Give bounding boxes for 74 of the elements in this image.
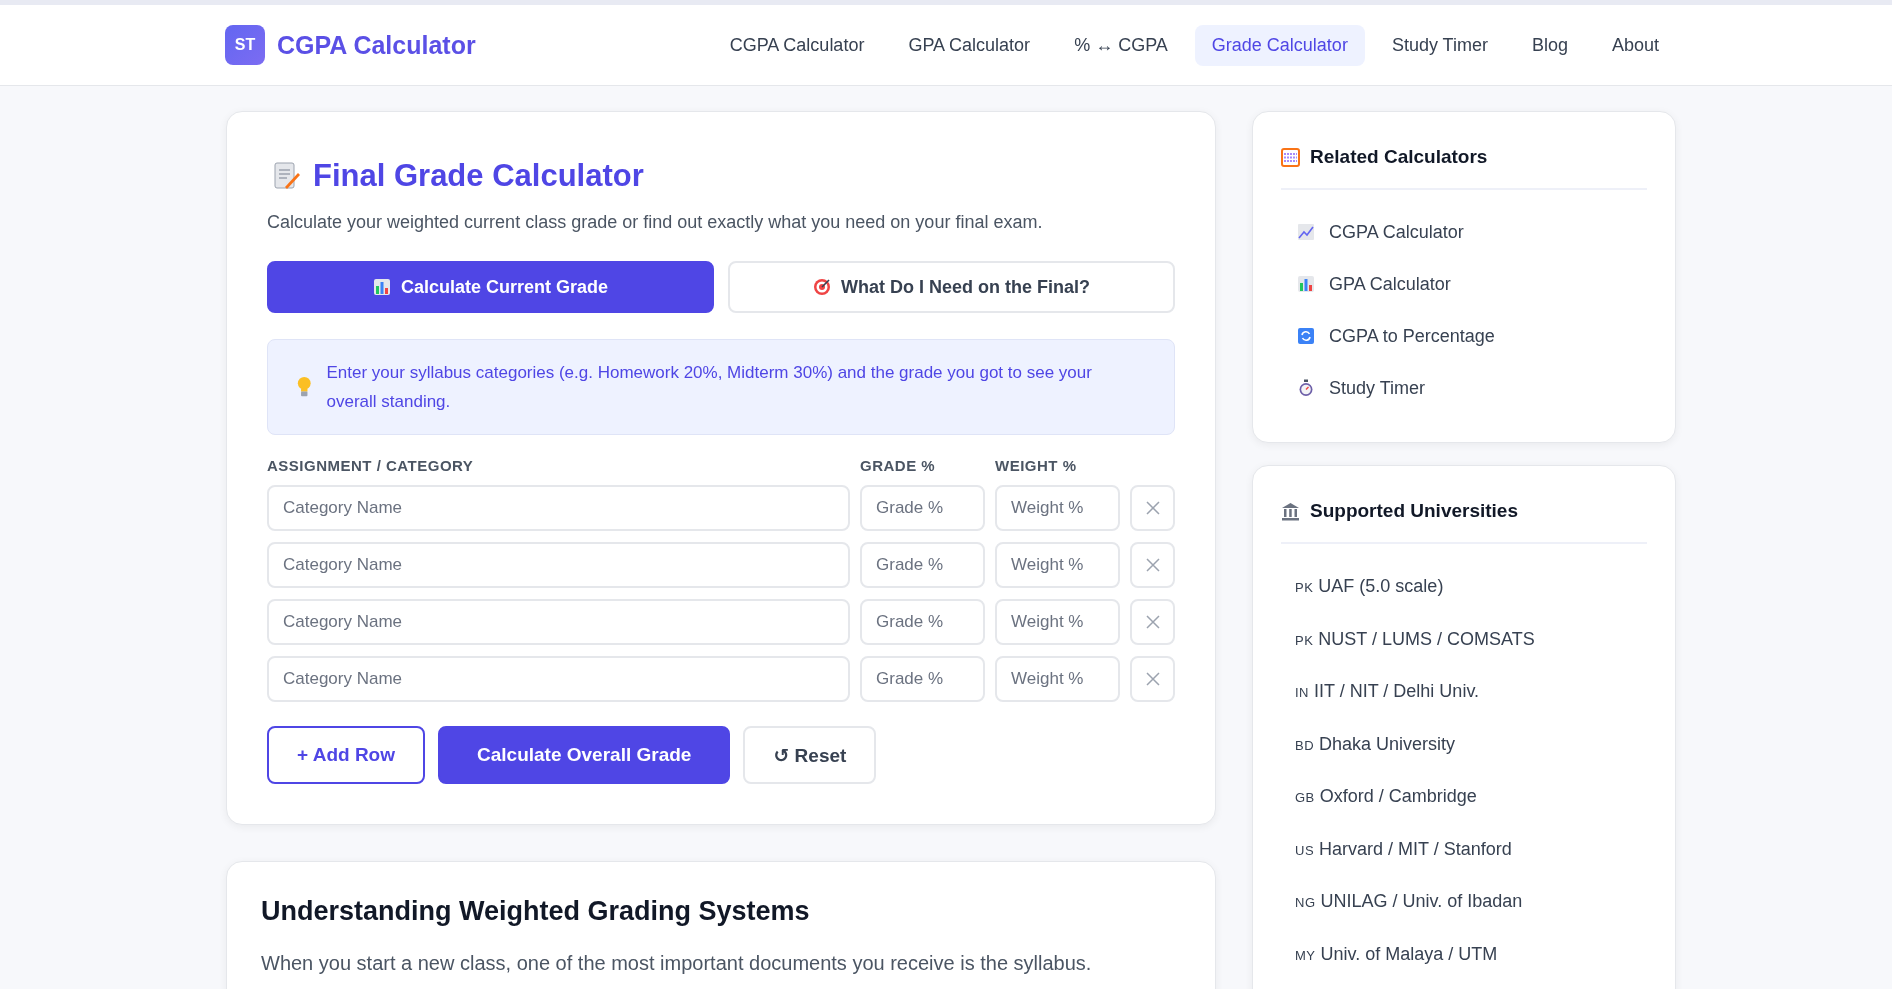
university-name: Univ. of Malaya / UTM bbox=[1320, 942, 1498, 966]
related-link[interactable]: Study Timer bbox=[1281, 362, 1647, 414]
country-code: NG bbox=[1295, 894, 1316, 912]
stopwatch-icon bbox=[1297, 379, 1315, 397]
country-code: MY bbox=[1295, 946, 1316, 965]
nav-link[interactable]: About bbox=[1594, 24, 1676, 66]
refresh-icon bbox=[1297, 327, 1315, 345]
university-name: NUST / LUMS / COMSATS bbox=[1318, 627, 1535, 651]
related-link[interactable]: CGPA Calculator bbox=[1281, 206, 1647, 258]
country-code: GB bbox=[1295, 789, 1315, 807]
tip-text: Enter your syllabus categories (e.g. Homework 20%, Midterm 30%) and the grade you got to see your overall standing. bbox=[326, 362, 1093, 413]
column-heading: WEIGHT % bbox=[995, 457, 1078, 474]
article-paragraph: When you start a new class, one of the most important documents you receive is the syllabus. bbox=[261, 951, 1093, 976]
brand-name[interactable]: CGPA Calculator bbox=[277, 30, 476, 60]
grade-field[interactable]: Grade % bbox=[860, 485, 985, 531]
remove-row-button[interactable] bbox=[1130, 599, 1175, 645]
column-heading: ASSIGNMENT / CATEGORY bbox=[267, 457, 475, 474]
remove-row-button[interactable] bbox=[1130, 542, 1175, 588]
lightbulb-icon bbox=[296, 375, 313, 399]
category-field[interactable]: Category Name bbox=[267, 542, 850, 588]
article-heading: Understanding Weighted Grading Systems bbox=[261, 896, 811, 927]
remove-row-button[interactable] bbox=[1130, 656, 1175, 702]
mode-tab[interactable]: Calculate Current Grade bbox=[267, 261, 714, 313]
calculate-button[interactable]: Calculate Overall Grade bbox=[438, 726, 731, 784]
add-row-button[interactable]: + Add Row bbox=[267, 726, 425, 784]
remove-row-button[interactable] bbox=[1130, 485, 1175, 531]
category-field[interactable]: Category Name bbox=[267, 656, 850, 702]
grade-field[interactable]: Grade % bbox=[860, 656, 985, 702]
country-code: PK bbox=[1295, 631, 1314, 650]
university-name: Harvard / MIT / Stanford bbox=[1319, 837, 1512, 861]
memo-icon bbox=[273, 161, 301, 191]
country-code: IN bbox=[1295, 684, 1309, 702]
university-name: IIT / NIT / Delhi Univ. bbox=[1314, 680, 1480, 703]
building-icon bbox=[1281, 501, 1300, 521]
university-name: Dhaka University bbox=[1319, 732, 1456, 756]
line-chart-icon bbox=[1297, 223, 1315, 241]
country-code: PK bbox=[1295, 579, 1314, 597]
target-icon bbox=[813, 278, 831, 296]
university-name: UNILAG / Univ. of Ibadan bbox=[1320, 890, 1523, 913]
close-icon bbox=[1145, 672, 1160, 686]
university-name: UAF (5.0 scale) bbox=[1318, 575, 1444, 598]
nav-link[interactable]: GPA Calculator bbox=[891, 24, 1048, 66]
weight-field[interactable]: Weight % bbox=[995, 599, 1120, 645]
nav-link[interactable]: Study Timer bbox=[1374, 24, 1505, 66]
weight-field[interactable]: Weight % bbox=[995, 485, 1120, 531]
related-link[interactable]: GPA Calculator bbox=[1281, 258, 1647, 310]
weight-field[interactable]: Weight % bbox=[995, 656, 1120, 702]
column-heading: GRADE % bbox=[860, 457, 937, 474]
nav-link[interactable]: Blog bbox=[1514, 24, 1585, 66]
related-link[interactable]: CGPA to Percentage bbox=[1281, 310, 1647, 362]
reset-button[interactable]: ↺ Reset bbox=[743, 726, 877, 784]
weight-field[interactable]: Weight % bbox=[995, 542, 1120, 588]
card-title: Supported Universities bbox=[1310, 500, 1518, 522]
country-code: BD bbox=[1295, 736, 1315, 755]
close-icon bbox=[1145, 615, 1160, 629]
university-name: Oxford / Cambridge bbox=[1319, 785, 1477, 808]
abacus-icon bbox=[1281, 147, 1300, 167]
page-subtitle: Calculate your weighted current class grade or find out exactly what you need on your final exam. bbox=[267, 212, 1044, 233]
close-icon bbox=[1145, 558, 1160, 572]
page-title: Final Grade Calculator bbox=[313, 158, 644, 194]
country-code: US bbox=[1295, 841, 1315, 860]
grade-field[interactable]: Grade % bbox=[860, 599, 985, 645]
card-title: Related Calculators bbox=[1310, 146, 1488, 168]
bar-chart-icon bbox=[1297, 275, 1315, 293]
category-field[interactable]: Category Name bbox=[267, 599, 850, 645]
close-icon bbox=[1145, 501, 1160, 515]
grade-field[interactable]: Grade % bbox=[860, 542, 985, 588]
nav-link[interactable]: % ↔ CGPA bbox=[1057, 24, 1185, 66]
category-field[interactable]: Category Name bbox=[267, 485, 850, 531]
nav-link[interactable]: Grade Calculator bbox=[1194, 24, 1365, 66]
bar-chart-icon bbox=[372, 278, 391, 296]
mode-tab[interactable]: What Do I Need on the Final? bbox=[728, 261, 1175, 313]
nav-link[interactable]: CGPA Calculator bbox=[712, 24, 882, 66]
logo-badge[interactable]: ST bbox=[225, 25, 265, 65]
